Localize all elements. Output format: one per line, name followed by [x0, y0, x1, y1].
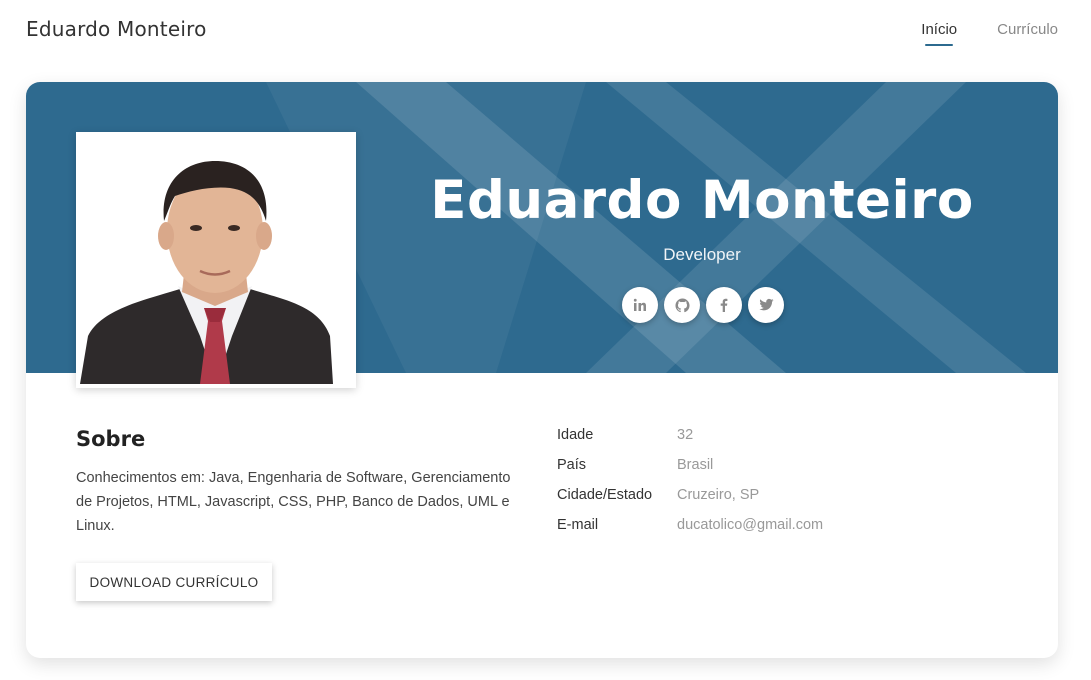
social-links: [622, 287, 784, 323]
top-navbar: Eduardo Monteiro Início Currículo: [0, 0, 1091, 62]
info-label-email: E-mail: [557, 517, 599, 533]
github-button[interactable]: [664, 287, 700, 323]
info-row: E-mail ducatolico@gmail.com: [557, 517, 823, 547]
info-label-pais: País: [557, 457, 587, 473]
about-title: Sobre: [76, 427, 146, 451]
twitter-icon: [758, 298, 774, 311]
info-value-pais: Brasil: [677, 457, 714, 473]
info-row: Cidade/Estado Cruzeiro, SP: [557, 487, 823, 517]
info-value-email[interactable]: ducatolico@gmail.com: [677, 517, 823, 547]
facebook-button[interactable]: [706, 287, 742, 323]
brand-name[interactable]: Eduardo Monteiro: [26, 17, 207, 41]
twitter-button[interactable]: [748, 287, 784, 323]
hero-role: Developer: [663, 245, 741, 264]
personal-info: Idade 32 País Brasil Cidade/Estado Cruze…: [557, 427, 823, 547]
profile-photo-frame: [76, 132, 356, 388]
profile-card: Eduardo Monteiro Developer Sobre Conheci…: [26, 82, 1058, 658]
info-row: País Brasil: [557, 457, 823, 487]
download-cv-button[interactable]: DOWNLOAD CURRÍCULO: [76, 563, 272, 601]
profile-photo: [80, 136, 352, 384]
info-label-idade: Idade: [557, 427, 594, 443]
nav-link-curriculo[interactable]: Currículo: [997, 21, 1058, 44]
github-icon: [674, 297, 690, 312]
info-value-cidade: Cruzeiro, SP: [677, 487, 760, 503]
facebook-icon: [720, 298, 728, 312]
info-value-idade: 32: [677, 427, 694, 443]
linkedin-button[interactable]: [622, 287, 658, 323]
info-row: Idade 32: [557, 427, 823, 457]
hero-name: Eduardo Monteiro: [430, 170, 974, 231]
linkedin-icon: [633, 298, 646, 311]
nav-link-inicio[interactable]: Início: [921, 21, 957, 46]
main-nav: Início Currículo: [921, 21, 1058, 46]
about-text: Conhecimentos em: Java, Engenharia de So…: [76, 470, 511, 534]
info-label-cidade: Cidade/Estado: [557, 487, 653, 503]
